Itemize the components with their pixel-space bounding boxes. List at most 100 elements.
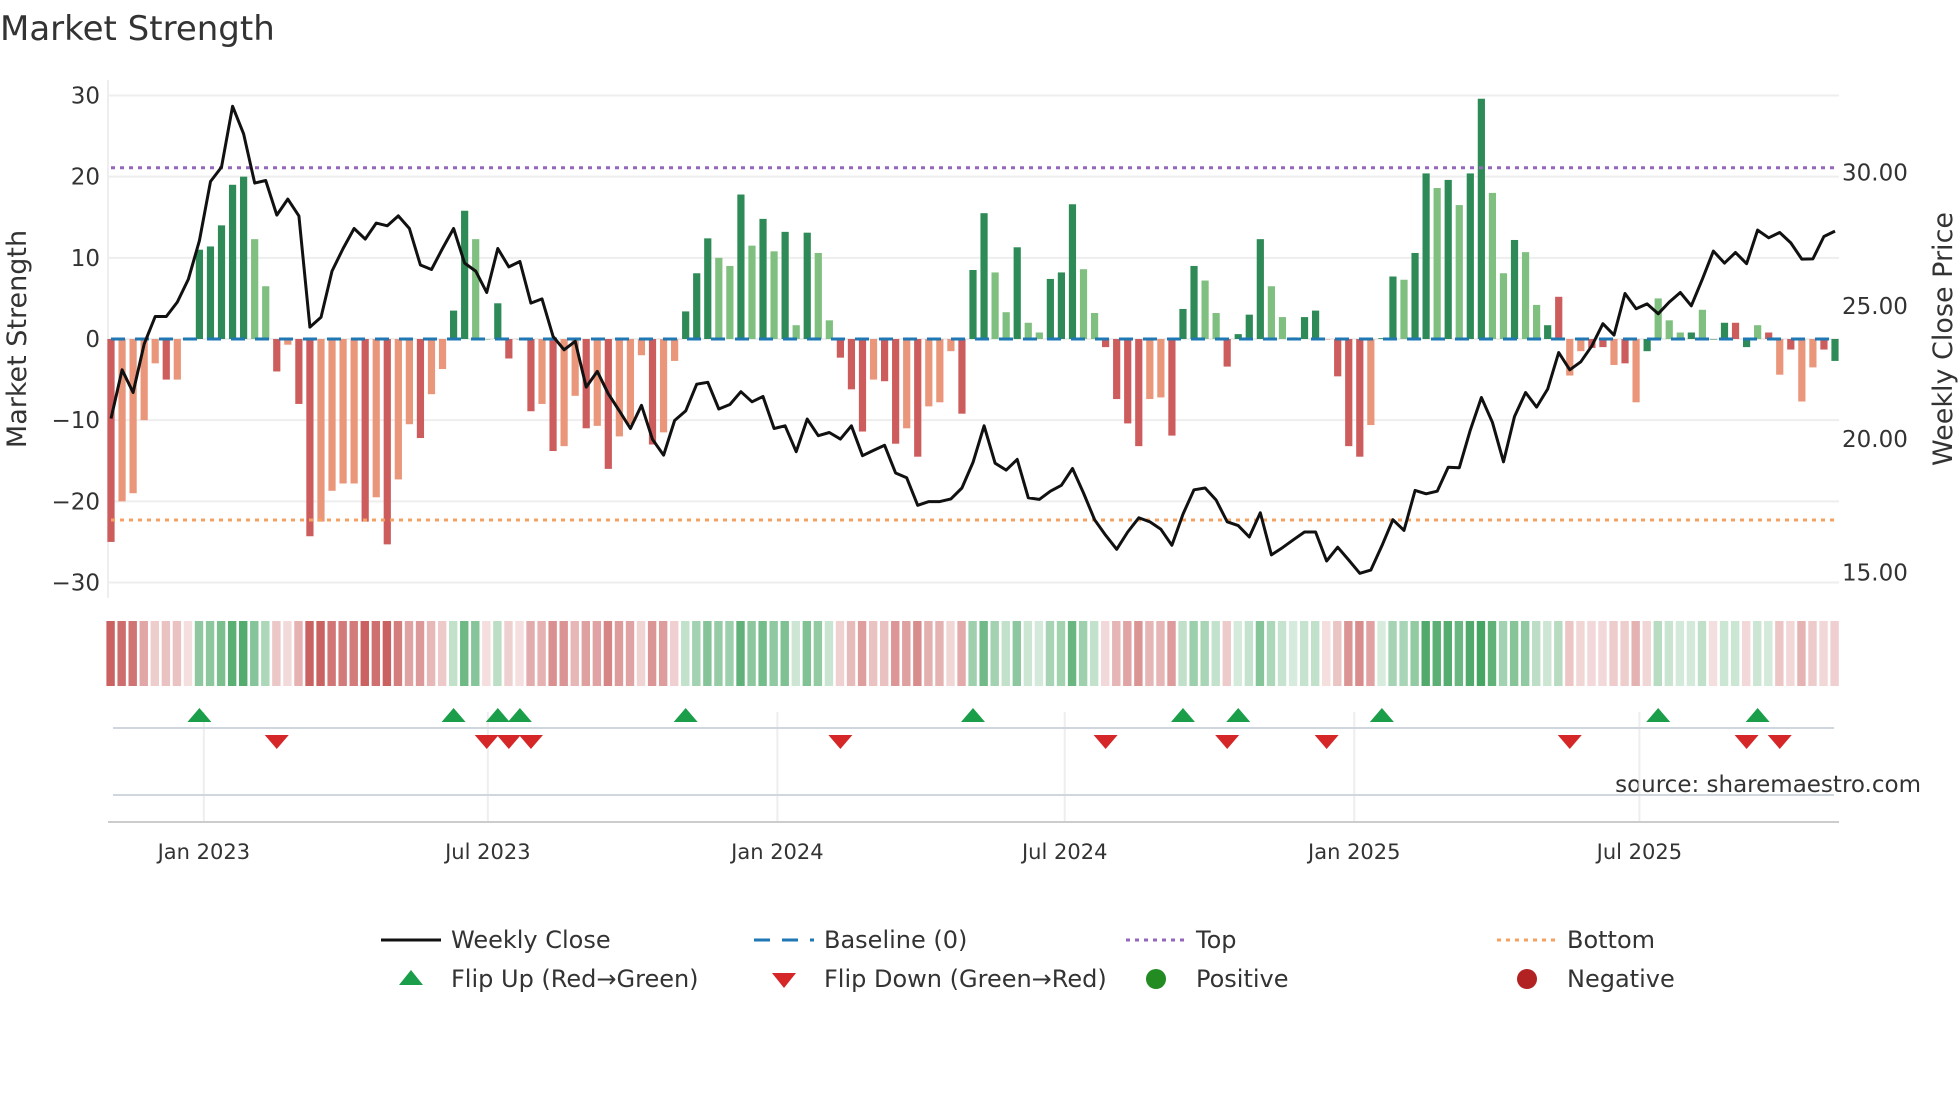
strength-bar [980, 213, 988, 339]
strength-strip-cell [1001, 621, 1010, 686]
strength-strip-cell [813, 621, 823, 686]
legend-item: Flip Up (Red→Green) [399, 965, 699, 993]
strength-strip-cell [1554, 621, 1563, 686]
strength-strip-cell [1487, 621, 1497, 686]
strength-strip-cell [261, 621, 270, 686]
strength-strip-cell [1377, 621, 1386, 686]
flip-down-marker [1093, 735, 1118, 749]
strength-strip-cell [658, 621, 668, 686]
strength-bar [1146, 339, 1154, 400]
strength-bar [1411, 252, 1419, 339]
legend-item: Negative [1517, 965, 1675, 993]
strength-strip-cell [636, 621, 646, 686]
strength-bar [869, 339, 878, 380]
y-axis-right-label: Weekly Close Price [1928, 212, 1959, 466]
strength-bar [295, 339, 303, 404]
strength-strip-cell [1299, 621, 1309, 686]
legend-label: Baseline (0) [824, 926, 967, 954]
strength-bar [372, 339, 380, 498]
strength-bar [1709, 339, 1718, 340]
strength-bar [228, 184, 237, 339]
strength-strip-cell [1509, 621, 1519, 686]
legend-label: Top [1195, 926, 1237, 954]
strength-strip-cell [1631, 621, 1640, 686]
strength-bar [759, 218, 767, 339]
strength-bar [1300, 317, 1309, 339]
strength-strip-cell [1255, 621, 1265, 686]
strength-strip-cell [1598, 621, 1607, 686]
strength-bar [615, 339, 623, 437]
flip-up-marker [1745, 708, 1770, 722]
x-tick-label: Jul 2025 [1595, 840, 1682, 864]
strength-bar [1190, 265, 1198, 339]
strength-bar [494, 303, 502, 339]
legend-label: Weekly Close [451, 926, 611, 954]
strength-strip-cell [780, 621, 789, 686]
strength-strip-cell [1819, 621, 1828, 686]
strength-strip-cell [493, 621, 502, 686]
strength-bar [339, 339, 347, 484]
strength-bar [1068, 204, 1077, 339]
strength-strip-cell [404, 621, 414, 686]
strength-bar [1013, 247, 1021, 339]
strength-strip-cell [1532, 621, 1541, 686]
strength-strip-cell [1719, 621, 1729, 686]
strength-strip-cell [371, 621, 381, 686]
y-tick-label-right: 15.00 [1842, 561, 1908, 587]
flip-down-marker [1767, 735, 1792, 749]
y-tick-label-right: 25.00 [1842, 294, 1908, 320]
legend-label: Positive [1196, 965, 1289, 993]
strength-strip-cell [769, 621, 778, 686]
strength-strip-cell [879, 621, 889, 686]
legend-swatch-tri-up [399, 970, 423, 985]
strength-bar [162, 339, 170, 380]
strength-strip-cell [559, 621, 568, 686]
strength-bar [814, 252, 822, 339]
strength-bar [1499, 273, 1508, 339]
strength-strip-cell [227, 621, 237, 686]
strength-strip-cell [460, 621, 469, 686]
strength-bar [1002, 312, 1010, 339]
strength-strip-cell [1056, 621, 1066, 686]
strength-strip-cell [990, 621, 999, 686]
strength-bar [438, 339, 447, 370]
strength-bar [693, 273, 701, 339]
legend-label: Negative [1567, 965, 1675, 993]
strength-strip-cell [1012, 621, 1022, 686]
strength-bar [273, 339, 281, 372]
strength-strip-cell [426, 621, 436, 686]
strength-bar [925, 339, 933, 407]
strength-bar [858, 339, 867, 432]
strength-strip-cell [360, 621, 369, 686]
strength-bar [560, 339, 568, 447]
strength-strip-cell [1443, 621, 1453, 686]
strength-bar [1477, 98, 1485, 339]
strength-strip-cell [1388, 621, 1397, 686]
strength-strip-cell [891, 621, 900, 686]
strength-strip-cell [747, 621, 756, 686]
strength-bar [825, 320, 833, 339]
strength-bar [770, 251, 778, 339]
legend-label: Bottom [1567, 926, 1655, 954]
strength-strip-cell [1189, 621, 1198, 686]
strength-bar [449, 310, 458, 339]
strength-strip-cell [1067, 621, 1077, 686]
strength-bar [847, 339, 856, 390]
strength-strip-cell [670, 621, 679, 686]
strength-bar [1157, 339, 1165, 398]
x-tick-label: Jan 2024 [729, 840, 824, 864]
strength-bar [472, 239, 480, 339]
strength-bar [792, 325, 800, 339]
strength-strip-cell [1686, 621, 1696, 686]
strength-bar [361, 339, 369, 522]
strength-strip-cell [1322, 621, 1331, 686]
strength-strip-cell [802, 621, 812, 686]
strength-bar [251, 239, 259, 339]
strength-strip-cell [1310, 621, 1320, 686]
strength-bar [958, 339, 966, 414]
strength-bar [1466, 173, 1474, 339]
strength-strip-cell [1697, 621, 1707, 686]
strength-strip-cell [1112, 621, 1121, 686]
strength-bar [129, 339, 137, 494]
strength-bar [1079, 269, 1088, 339]
